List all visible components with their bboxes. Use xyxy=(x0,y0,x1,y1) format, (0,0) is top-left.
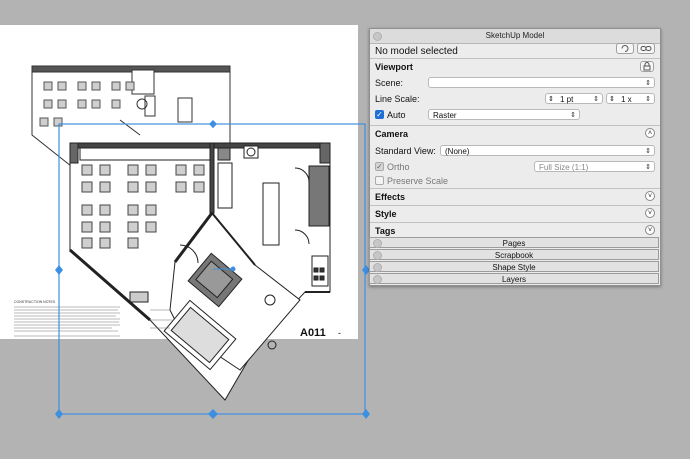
chevron-up-down-icon: ⇕ xyxy=(645,164,651,171)
lock-icon[interactable] xyxy=(640,61,654,72)
tray-scrapbook-label: Scrapbook xyxy=(494,251,534,260)
camera-header: Camera xyxy=(375,129,409,139)
preserve-scale-checkbox[interactable] xyxy=(375,176,384,185)
chevron-up-down-icon: ⇕ xyxy=(593,96,599,103)
chevron-up-down-icon: ⇕ xyxy=(570,112,576,119)
auto-label: Auto xyxy=(387,110,406,120)
sheet-revision: - xyxy=(338,328,341,338)
render-mode-dropdown[interactable]: Raster ⇕ xyxy=(428,109,580,120)
tray-pages[interactable]: Pages xyxy=(369,237,659,248)
scene-label: Scene: xyxy=(375,78,404,88)
collapse-camera-icon[interactable]: ˄ xyxy=(645,128,655,138)
standard-view-value: (None) xyxy=(445,147,470,156)
scene-dropdown[interactable]: ⇕ xyxy=(428,77,655,88)
stepper-icon[interactable]: ⇕ xyxy=(609,94,615,105)
tags-header: Tags xyxy=(375,226,396,236)
ortho-label: Ortho xyxy=(387,162,410,172)
expand-style-icon[interactable]: ˅ xyxy=(645,208,655,218)
chevron-up-down-icon: ⇕ xyxy=(645,80,651,87)
auto-checkbox[interactable]: ✓ xyxy=(375,110,384,119)
panel-title-bar[interactable]: SketchUp Model xyxy=(370,29,660,44)
effects-header: Effects xyxy=(375,192,406,202)
stepper-icon[interactable]: ⇕ xyxy=(548,94,554,105)
tray-close-icon[interactable] xyxy=(373,263,382,272)
model-status-text: No model selected xyxy=(375,46,458,57)
plan-main xyxy=(69,142,331,401)
line-scale-value: 1 pt xyxy=(560,95,574,104)
tray-pages-label: Pages xyxy=(502,239,526,248)
camera-section: Camera ˄ Standard View: (None) ⇕ ✓ Ortho… xyxy=(370,125,660,188)
tray-close-icon[interactable] xyxy=(373,251,382,260)
standard-view-label: Standard View: xyxy=(375,146,436,156)
expand-effects-icon[interactable]: ˅ xyxy=(645,191,655,201)
expand-tags-icon[interactable]: ˅ xyxy=(645,225,655,235)
preserve-scale-label: Preserve Scale xyxy=(387,176,449,186)
ortho-checkbox[interactable]: ✓ xyxy=(375,162,384,171)
line-scale-label: Line Scale: xyxy=(375,94,420,104)
line-scale-stepper[interactable]: ⇕ 1 pt ⇕ xyxy=(545,93,603,104)
style-section[interactable]: Style ˅ xyxy=(370,205,660,222)
standard-view-dropdown[interactable]: (None) ⇕ xyxy=(440,145,655,156)
line-scale-multiplier-stepper[interactable]: ⇕ 1 x ⇕ xyxy=(606,93,655,104)
sheet-number: A011 xyxy=(300,327,326,339)
panel-title: SketchUp Model xyxy=(485,31,545,40)
tray-close-icon[interactable] xyxy=(373,239,382,248)
tray-shape-style[interactable]: Shape Style xyxy=(369,261,659,272)
line-scale-multiplier-value: 1 x xyxy=(621,95,632,104)
viewport-section: Viewport Scene: ⇕ Line Scale: ⇕ 1 pt ⇕ ⇕… xyxy=(370,58,660,125)
camera-scale-value: Full Size (1:1) xyxy=(539,163,589,172)
style-header: Style xyxy=(375,209,397,219)
chevron-up-down-icon: ⇕ xyxy=(645,96,651,103)
tray-shape-style-label: Shape Style xyxy=(492,263,536,272)
tray-scrapbook[interactable]: Scrapbook xyxy=(369,249,659,260)
render-mode-value: Raster xyxy=(433,111,457,120)
tray-layers-label: Layers xyxy=(501,275,526,284)
panel-close-icon[interactable] xyxy=(373,32,382,41)
viewport-header: Viewport xyxy=(375,62,413,72)
notes-heading: CONSTRUCTION NOTES xyxy=(14,300,56,304)
link-icon[interactable] xyxy=(637,43,655,54)
refresh-icon[interactable] xyxy=(616,43,634,54)
tray-layers[interactable]: Layers xyxy=(369,273,659,284)
chevron-up-down-icon: ⇕ xyxy=(645,148,651,155)
tray-close-icon[interactable] xyxy=(373,275,382,284)
camera-scale-dropdown[interactable]: Full Size (1:1) ⇕ xyxy=(534,161,655,172)
effects-section[interactable]: Effects ˅ xyxy=(370,188,660,205)
